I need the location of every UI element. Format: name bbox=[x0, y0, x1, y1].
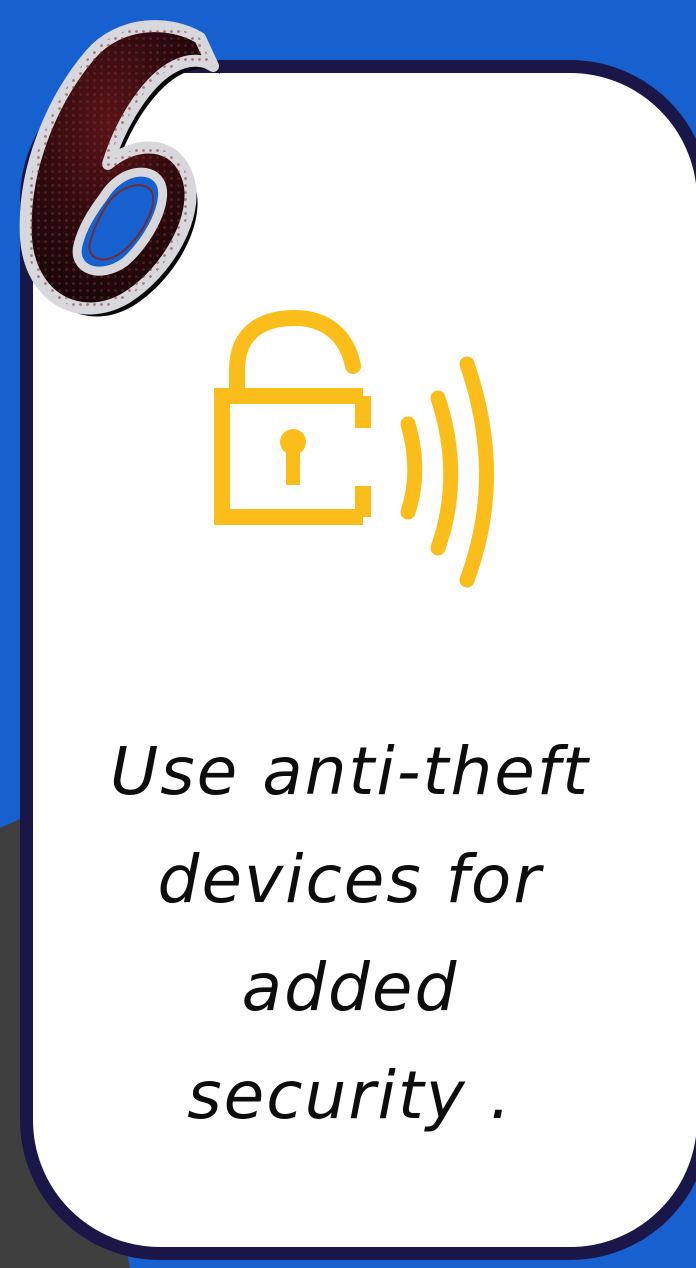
digit-six-icon bbox=[19, 20, 221, 317]
caption-line: devices for bbox=[157, 841, 543, 918]
caption-line: added bbox=[241, 949, 459, 1026]
caption-line: security . bbox=[187, 1057, 513, 1134]
lock-signal-icon bbox=[214, 309, 494, 588]
number-badge bbox=[19, 20, 221, 317]
caption-line: Use anti-theft bbox=[109, 733, 590, 810]
tip-caption: Use anti-theft devices for added securit… bbox=[40, 718, 660, 1150]
